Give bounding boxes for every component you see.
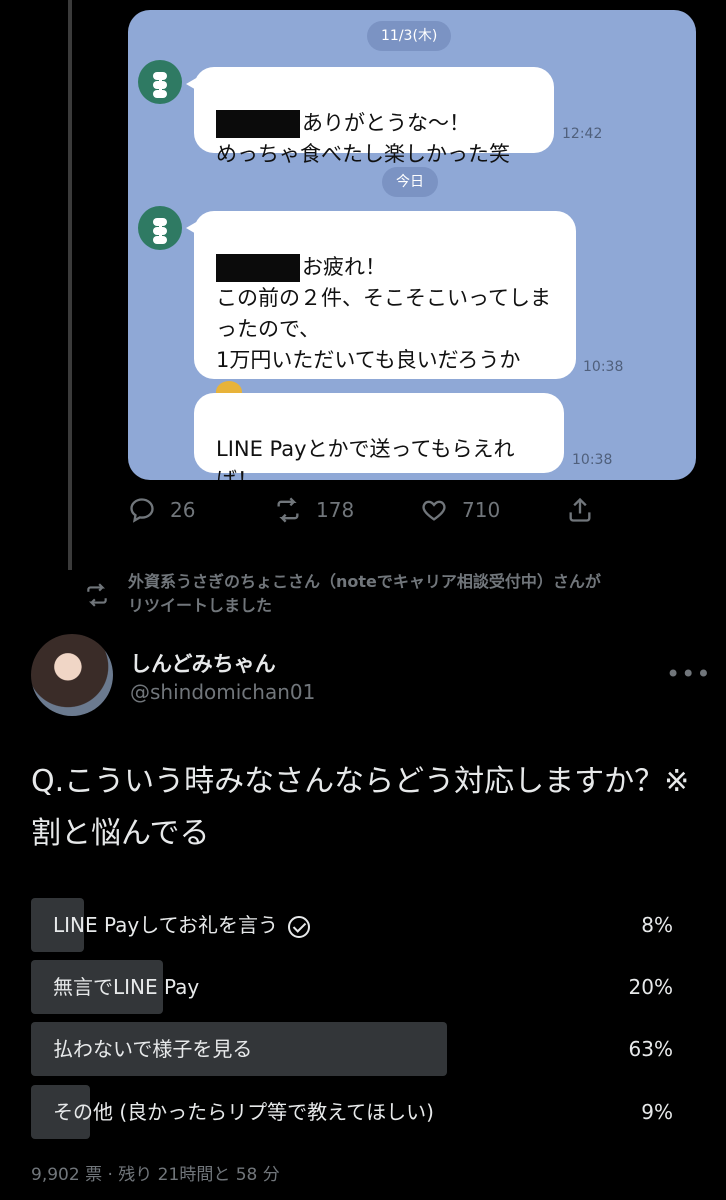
chat-message-text: LINE Payとかで送ってもらえれば！: [216, 437, 515, 480]
date-chip: 今日: [382, 167, 438, 197]
poll-option-percent: 63%: [628, 1037, 673, 1061]
tweet-text: Q.こういう時みなさんならどう対応しますか？※割と悩んでる: [31, 764, 690, 851]
retweet-icon: [277, 497, 299, 523]
more-options-icon[interactable]: •••: [666, 660, 711, 688]
user-handle[interactable]: @shindomichan01: [130, 680, 315, 704]
share-icon: [569, 497, 591, 522]
message-time: 10:38: [583, 359, 624, 375]
poll-option: LINE Payしてお礼を言う 8%: [31, 898, 691, 952]
like-count: 710: [462, 498, 501, 522]
chat-bubble: ありがとうな〜！ めっちゃ食べたし楽しかった笑: [186, 67, 554, 166]
redaction-block: [216, 110, 300, 138]
attached-image-line-chat[interactable]: 11/3(木) ありがとうな〜！ めっちゃ食べたし楽しかった笑 12:42 今日…: [128, 10, 696, 480]
reply-button[interactable]: 26: [128, 496, 195, 524]
dango-icon: [138, 206, 182, 250]
poll-option-label: LINE Payしてお礼を言う: [53, 913, 279, 937]
display-name[interactable]: しんどみちゃん: [130, 648, 276, 678]
poll-option: 払わないで様子を見る 63%: [31, 1022, 691, 1076]
message-time: 10:38: [572, 452, 613, 468]
chat-bubble: LINE Payとかで送ってもらえれば！: [194, 393, 564, 480]
retweeted-by-text: 外資系うさぎのちょこさん（noteでキャリア相談受付中）さんが リツイートしまし…: [128, 572, 601, 615]
poll-option-percent: 9%: [641, 1100, 673, 1124]
poll-footer: 9,902 票 · 残り 21時間と 58 分: [31, 1165, 280, 1185]
message-time: 12:42: [562, 126, 603, 142]
poll-option-percent: 20%: [628, 975, 673, 999]
poll-option: 無言でLINE Pay 20%: [31, 960, 691, 1014]
reply-count: 26: [170, 498, 196, 522]
redaction-block: [216, 254, 300, 282]
dango-icon: [138, 60, 182, 104]
tweet-action-bar: 26 178 710: [128, 496, 598, 526]
retweet-icon: [87, 583, 107, 607]
retweet-button[interactable]: 178: [274, 496, 354, 524]
avatar[interactable]: [31, 634, 113, 716]
share-button[interactable]: [566, 496, 608, 524]
chat-bubble: お疲れ！ この前の２件、そこそこいってしまったので、 1万円いただいても良いだろ…: [186, 211, 576, 403]
poll-option-label: 無言でLINE Pay: [53, 975, 200, 999]
date-chip: 11/3(木): [367, 21, 452, 51]
poll-option-percent: 8%: [641, 913, 673, 937]
poll-option: その他 (良かったらリプ等で教えてほしい) 9%: [31, 1085, 691, 1139]
like-button[interactable]: 710: [420, 496, 500, 524]
thread-connector-line: [68, 0, 72, 570]
poll-option-label: その他 (良かったらリプ等で教えてほしい): [53, 1100, 434, 1124]
poll-option-label: 払わないで様子を見る: [53, 1037, 253, 1061]
heart-icon: [422, 500, 446, 521]
reply-icon: [130, 498, 154, 523]
check-circle-icon: [288, 915, 311, 938]
retweet-count: 178: [316, 498, 355, 522]
